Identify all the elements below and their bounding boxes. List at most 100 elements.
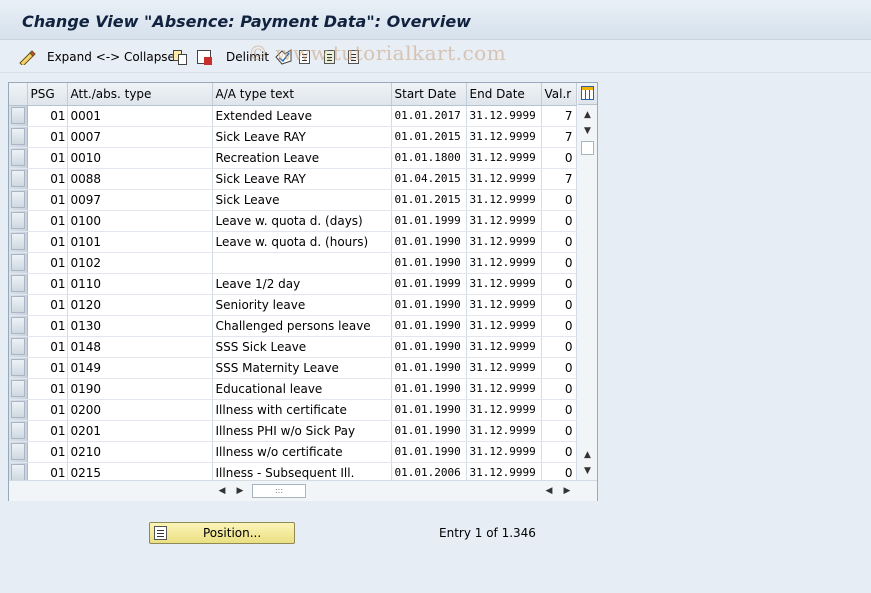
cell-end-date[interactable]: 31.12.9999 — [466, 189, 542, 211]
table-row[interactable]: 01 0210 Illness w/o certificate 01.01.1990 3… — [9, 441, 577, 463]
cell-end-date[interactable]: 31.12.9999 — [466, 105, 542, 127]
cell-end-date[interactable]: 31.12.9999 — [466, 231, 542, 253]
cell-start-date[interactable]: 01.01.2017 — [391, 105, 467, 127]
table-row[interactable]: 01 0130 Challenged persons leave 01.01.1990… — [9, 315, 577, 337]
row-selector[interactable] — [9, 336, 28, 358]
cell-psg[interactable]: 01 — [27, 252, 68, 274]
cell-start-date[interactable]: 01.01.1990 — [391, 399, 467, 421]
cell-end-date[interactable]: 31.12.9999 — [466, 126, 542, 148]
row-selector[interactable] — [9, 168, 28, 190]
row-selector-handle[interactable] — [10, 464, 25, 481]
cell-aa-type-text[interactable]: Illness w/o certificate — [212, 441, 392, 463]
scroll-left-end-button[interactable]: ◀ — [543, 484, 555, 498]
table-row[interactable]: 01 0102 01.01.1990 31.12.9999 0 — [9, 252, 577, 274]
cell-end-date[interactable]: 31.12.9999 — [466, 294, 542, 316]
scroll-up-button[interactable]: ▲ — [581, 109, 594, 121]
cell-end-date[interactable]: 31.12.9999 — [466, 378, 542, 400]
cell-aa-type-text[interactable]: Leave w. quota d. (days) — [212, 210, 392, 232]
cell-psg[interactable]: 01 — [27, 231, 68, 253]
cell-att-abs-type[interactable]: 0001 — [67, 105, 213, 127]
cell-aa-type-text[interactable]: Seniority leave — [212, 294, 392, 316]
column-header-start-date[interactable]: Start Date — [391, 83, 467, 106]
cell-att-abs-type[interactable]: 0130 — [67, 315, 213, 337]
table-row[interactable]: 01 0190 Educational leave 01.01.1990 31.12.9… — [9, 378, 577, 400]
row-selector[interactable] — [9, 147, 28, 169]
cell-psg[interactable]: 01 — [27, 105, 68, 127]
cell-val-r[interactable]: 7 — [541, 126, 577, 148]
cell-att-abs-type[interactable]: 0101 — [67, 231, 213, 253]
cell-aa-type-text[interactable]: Illness with certificate — [212, 399, 392, 421]
cell-start-date[interactable]: 01.01.1990 — [391, 441, 467, 463]
cell-start-date[interactable]: 01.01.1800 — [391, 147, 467, 169]
row-selector[interactable] — [9, 105, 28, 127]
scroll-right-button[interactable]: ▶ — [561, 484, 573, 498]
row-selector[interactable] — [9, 315, 28, 337]
cell-att-abs-type[interactable]: 0149 — [67, 357, 213, 379]
table-row[interactable]: 01 0200 Illness with certificate 01.01.1990… — [9, 399, 577, 421]
cell-val-r[interactable]: 0 — [541, 147, 577, 169]
cell-psg[interactable]: 01 — [27, 399, 68, 421]
row-selector-handle[interactable] — [10, 254, 25, 271]
cell-val-r[interactable]: 0 — [541, 252, 577, 274]
cell-psg[interactable]: 01 — [27, 126, 68, 148]
cell-att-abs-type[interactable]: 0097 — [67, 189, 213, 211]
row-selector[interactable] — [9, 378, 28, 400]
row-selector-handle[interactable] — [10, 170, 25, 187]
row-selector[interactable] — [9, 252, 28, 274]
cell-val-r[interactable]: 0 — [541, 189, 577, 211]
row-selector-handle[interactable] — [10, 443, 25, 460]
cell-aa-type-text[interactable]: Educational leave — [212, 378, 392, 400]
cell-val-r[interactable]: 0 — [541, 231, 577, 253]
position-button[interactable]: Position... — [149, 522, 295, 544]
table-row[interactable]: 01 0148 SSS Sick Leave 01.01.1990 31.12.9999… — [9, 336, 577, 358]
cell-aa-type-text[interactable]: Challenged persons leave — [212, 315, 392, 337]
row-selector-handle[interactable] — [10, 128, 25, 145]
row-selector-handle[interactable] — [10, 380, 25, 397]
row-selector-handle[interactable] — [10, 275, 25, 292]
cell-val-r[interactable]: 0 — [541, 294, 577, 316]
cell-end-date[interactable]: 31.12.9999 — [466, 252, 542, 274]
row-selector[interactable] — [9, 210, 28, 232]
column-header-val-r[interactable]: Val.r — [541, 83, 577, 106]
row-selector[interactable] — [9, 441, 28, 463]
table-row[interactable]: 01 0100 Leave w. quota d. (days) 01.01.1999… — [9, 210, 577, 232]
cell-start-date[interactable]: 01.01.1990 — [391, 294, 467, 316]
row-selector[interactable] — [9, 126, 28, 148]
cell-att-abs-type[interactable]: 0201 — [67, 420, 213, 442]
row-selector-handle[interactable] — [10, 149, 25, 166]
cell-start-date[interactable]: 01.01.2015 — [391, 189, 467, 211]
scroll-down-button[interactable]: ▼ — [581, 465, 594, 477]
cell-end-date[interactable]: 31.12.9999 — [466, 357, 542, 379]
cell-att-abs-type[interactable]: 0010 — [67, 147, 213, 169]
scroll-left-button[interactable]: ◀ — [216, 484, 228, 498]
row-selector[interactable] — [9, 294, 28, 316]
row-selector-handle[interactable] — [10, 338, 25, 355]
table-settings-button[interactable] — [578, 83, 597, 105]
row-selector[interactable] — [9, 231, 28, 253]
table-row[interactable]: 01 0010 Recreation Leave 01.01.1800 31.12.99… — [9, 147, 577, 169]
page-down-button[interactable]: ▼ — [581, 125, 594, 137]
cell-end-date[interactable]: 31.12.9999 — [466, 420, 542, 442]
cell-val-r[interactable]: 0 — [541, 399, 577, 421]
delete-button[interactable] — [197, 48, 212, 66]
table-row[interactable]: 01 0007 Sick Leave RAY 01.01.2015 31.12.9999… — [9, 126, 577, 148]
table-row[interactable]: 01 0001 Extended Leave 01.01.2017 31.12.9999… — [9, 105, 577, 127]
cell-val-r[interactable]: 0 — [541, 210, 577, 232]
cell-psg[interactable]: 01 — [27, 210, 68, 232]
cell-att-abs-type[interactable]: 0190 — [67, 378, 213, 400]
cell-start-date[interactable]: 01.01.1990 — [391, 378, 467, 400]
page-up-button[interactable]: ▲ — [581, 449, 594, 461]
cell-aa-type-text[interactable]: Sick Leave RAY — [212, 126, 392, 148]
row-selector[interactable] — [9, 420, 28, 442]
cell-att-abs-type[interactable]: 0200 — [67, 399, 213, 421]
select-all-rows-header[interactable] — [9, 83, 28, 106]
cell-att-abs-type[interactable]: 0148 — [67, 336, 213, 358]
row-selector-handle[interactable] — [10, 317, 25, 334]
row-selector-handle[interactable] — [10, 422, 25, 439]
cell-end-date[interactable]: 31.12.9999 — [466, 147, 542, 169]
cell-val-r[interactable]: 0 — [541, 378, 577, 400]
cell-aa-type-text[interactable]: Recreation Leave — [212, 147, 392, 169]
table-row[interactable]: 01 0097 Sick Leave 01.01.2015 31.12.9999 0 — [9, 189, 577, 211]
cell-val-r[interactable]: 0 — [541, 336, 577, 358]
column-header-psg[interactable]: PSG — [27, 83, 68, 106]
